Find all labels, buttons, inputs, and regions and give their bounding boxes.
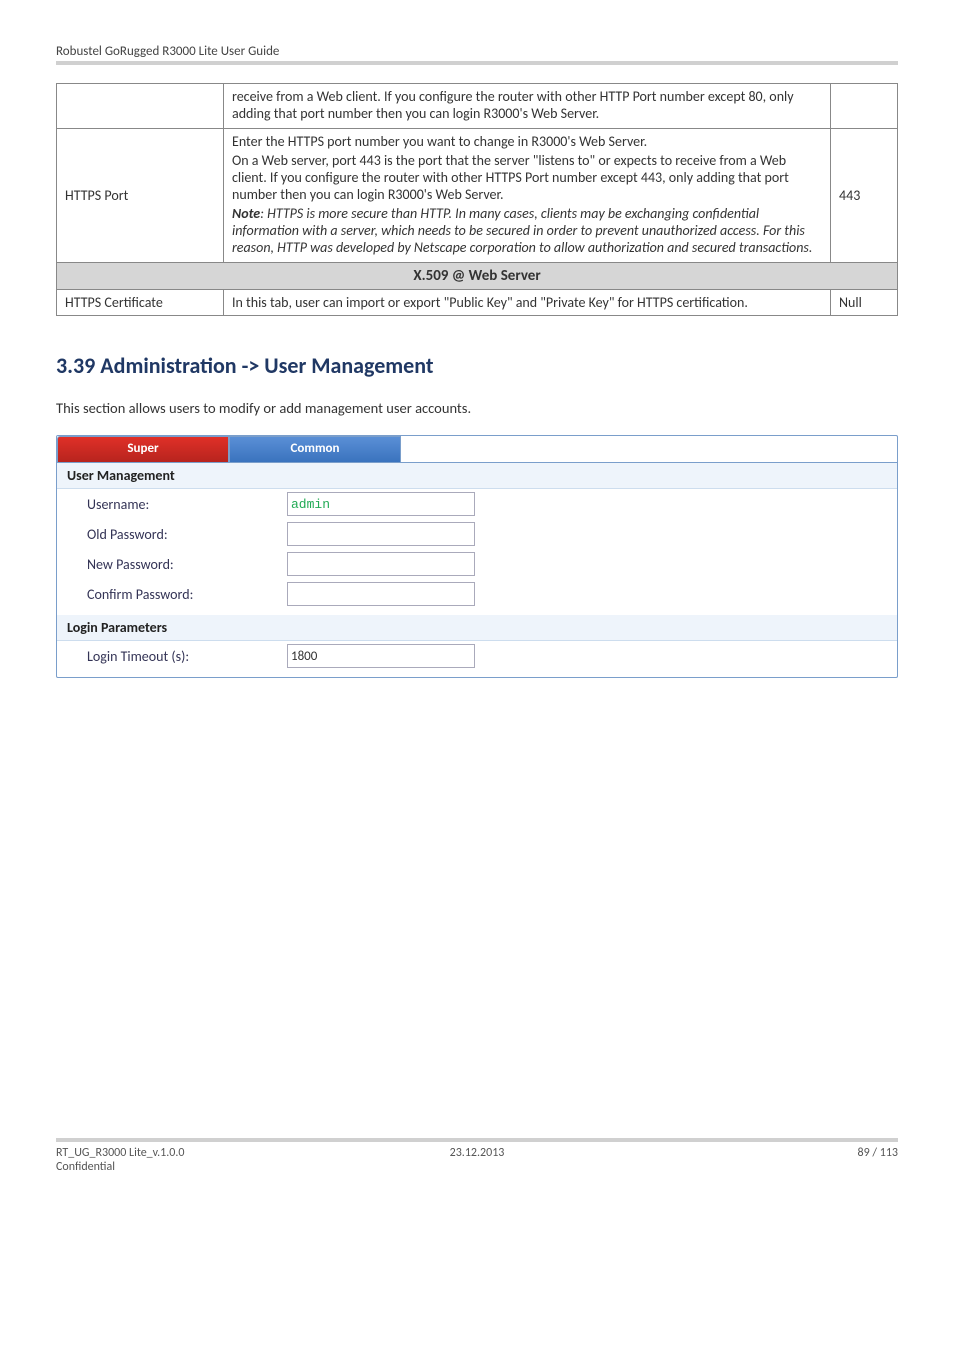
https-desc-cell: Enter the HTTPS port number you want to … [224,129,831,263]
https-note-bold: Note [232,205,260,222]
footer-doc-id: RT_UG_R3000 Lite_v.1.0.0 [56,1146,184,1160]
old-password-input[interactable] [287,522,475,546]
x509-header: X.509 @ Web Server [57,263,898,290]
panel-body: User Management Username: Old Password: … [57,462,897,677]
tab-common[interactable]: Common [229,436,401,462]
confirm-password-label: Confirm Password: [87,586,287,603]
footer-page-num: 89 / 113 [858,1146,898,1174]
http-desc-cell: receive from a Web client. If you config… [224,84,831,129]
empty-val-cell [831,84,898,129]
footer-date: 23.12.2013 [450,1146,505,1160]
section-heading: 3.39 Administration -> User Management [56,352,898,379]
https-p2: On a Web server, port 443 is the port th… [232,152,822,203]
https-cert-value: Null [831,290,898,316]
footer-confidential: Confidential [56,1160,184,1174]
https-cert-label: HTTPS Certificate [57,290,224,316]
old-password-row: Old Password: [57,519,897,549]
page-footer: RT_UG_R3000 Lite_v.1.0.0 Confidential 23… [56,1138,898,1178]
http-desc-text: receive from a Web client. If you config… [232,88,822,122]
login-timeout-row: Login Timeout (s): [57,641,897,671]
https-note: Note: HTTPS is more secure than HTTP. In… [232,205,822,256]
https-note-rest: : HTTPS is more secure than HTTP. In man… [232,205,812,256]
https-cert-desc: In this tab, user can import or export "… [224,290,831,316]
new-password-label: New Password: [87,556,287,573]
https-port-value: 443 [831,129,898,263]
table-row: X.509 @ Web Server [57,263,898,290]
https-port-label: HTTPS Port [57,129,224,263]
settings-panel: Super Common User Management Username: O… [56,435,898,678]
login-timeout-input[interactable] [287,644,475,668]
tab-super[interactable]: Super [57,436,229,462]
https-p1: Enter the HTTPS port number you want to … [232,133,822,150]
table-row: HTTPS Certificate In this tab, user can … [57,290,898,316]
login-timeout-label: Login Timeout (s): [87,648,287,665]
username-input[interactable] [287,492,475,516]
spec-table-top: receive from a Web client. If you config… [56,83,898,316]
new-password-input[interactable] [287,552,475,576]
new-password-row: New Password: [57,549,897,579]
header-rule [56,61,898,65]
old-password-label: Old Password: [87,526,287,543]
username-row: Username: [57,489,897,519]
login-params-header: Login Parameters [57,615,897,641]
confirm-password-row: Confirm Password: [57,579,897,609]
tab-bar: Super Common [57,436,897,462]
table-row: HTTPS Port Enter the HTTPS port number y… [57,129,898,263]
user-mgmt-header: User Management [57,463,897,489]
table-row: receive from a Web client. If you config… [57,84,898,129]
doc-header: Robustel GoRugged R3000 Lite User Guide [56,44,898,59]
empty-label-cell [57,84,224,129]
username-label: Username: [87,496,287,513]
section-intro: This section allows users to modify or a… [56,399,898,417]
confirm-password-input[interactable] [287,582,475,606]
